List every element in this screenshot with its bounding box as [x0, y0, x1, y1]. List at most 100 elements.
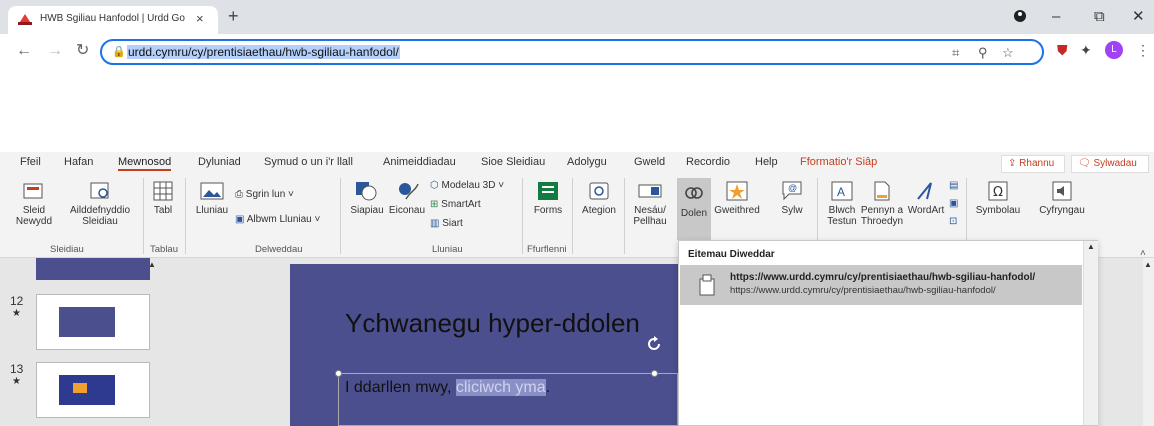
wordart-label: WordArt — [907, 205, 945, 216]
reuse-slides-label: Ailddefnyddio Sleidiau — [69, 205, 131, 227]
date-time-icon[interactable]: ▤ — [949, 180, 958, 191]
chart-label: Siart — [442, 218, 463, 229]
comments-label: Sylwadau — [1093, 158, 1137, 169]
new-slide-button[interactable]: Sleid Newydd — [14, 180, 54, 227]
avatar[interactable]: L — [1105, 41, 1123, 59]
tab-review[interactable]: Adolygu — [567, 156, 607, 168]
back-arrow-icon[interactable]: ← — [16, 42, 32, 60]
shapes-button[interactable]: Siapiau — [347, 180, 387, 216]
reuse-slides-button[interactable]: Ailddefnyddio Sleidiau — [64, 180, 136, 227]
models3d-button[interactable]: ⬡ Modelau 3D ˅ — [430, 180, 504, 191]
comment-icon: 🗨 — [1078, 158, 1094, 169]
bookmark-star-icon[interactable]: ☆ — [1002, 45, 1014, 61]
header-footer-label: Pennyn a Throedyn — [860, 205, 904, 227]
link-label: Dolen — [680, 208, 708, 219]
lock-icon: 🔒 — [112, 46, 126, 58]
forward-arrow-icon[interactable]: → — [47, 42, 63, 60]
new-comment-button[interactable]: @ Sylw — [775, 178, 809, 216]
scroll-up-icon[interactable]: ▲ — [1087, 242, 1095, 251]
thumbnail-content — [59, 307, 115, 337]
slide-body-text[interactable]: I ddarllen mwy, cliciwch yma. — [345, 379, 550, 397]
selected-link-text[interactable]: cliciwch yma — [455, 379, 546, 396]
dropdown-scrollbar[interactable]: ▲ — [1083, 241, 1098, 425]
address-bar[interactable]: 🔒 urdd.cymru/cy/prentisiaethau/hwb-sgili… — [100, 39, 1044, 65]
rotate-handle-icon[interactable] — [645, 335, 663, 353]
maximize-button[interactable]: ⧉ — [1094, 8, 1105, 26]
header-footer-button[interactable]: Pennyn a Throedyn — [860, 180, 904, 227]
smartart-button[interactable]: ⊞ SmartArt — [430, 199, 481, 210]
tab-help[interactable]: Help — [755, 156, 778, 168]
zoom-button[interactable]: Nesáu/ Pellhau — [628, 180, 672, 227]
icons-button[interactable]: Eiconau — [387, 180, 427, 216]
tab-transitions[interactable]: Symud o un i'r llall — [264, 156, 353, 168]
thumb-number: 12 — [10, 294, 24, 308]
new-tab-button[interactable]: + — [228, 6, 239, 26]
media-label: Cyfryngau — [1039, 205, 1085, 216]
action-label: Gweithred — [714, 205, 760, 216]
addins-button[interactable]: Ategion — [577, 180, 621, 216]
table-button[interactable]: Tabl — [148, 180, 178, 216]
action-star-icon — [726, 181, 748, 201]
object-icon[interactable]: ⊡ — [949, 216, 957, 227]
tab-design[interactable]: Dyluniad — [198, 156, 241, 168]
separator — [572, 178, 573, 254]
pictures-button[interactable]: Lluniau — [192, 180, 232, 216]
group-forms-label: Ffurflenni — [527, 244, 567, 255]
wordart-icon — [917, 182, 932, 200]
share-button[interactable]: ⇪ Rhannu — [1001, 155, 1065, 173]
close-window-button[interactable]: ✕ — [1132, 8, 1145, 26]
resize-handle[interactable] — [335, 370, 342, 377]
editor-scrollbar[interactable]: ▲ — [1143, 258, 1154, 426]
thumbnail-content — [73, 383, 87, 393]
tab-title: HWB Sgiliau Hanfodol | Urdd Go — [40, 13, 185, 24]
tab-file[interactable]: Ffeil — [20, 156, 41, 168]
link-button[interactable]: Dolen — [677, 178, 711, 240]
tab-view[interactable]: Gweld — [634, 156, 665, 168]
resize-handle[interactable] — [651, 370, 658, 377]
slide-number-icon[interactable]: ▣ — [949, 198, 958, 209]
screenshot-button[interactable]: ⎙ Sgrin lun ˅ — [235, 189, 294, 200]
slide-thumbnail[interactable] — [36, 362, 150, 418]
link-chain-icon — [685, 187, 703, 199]
browser-tab-strip: HWB Sgiliau Hanfodol | Urdd Go × + – ⧉ ✕ — [0, 0, 1154, 34]
tab-slideshow[interactable]: Sioe Sleidiau — [481, 156, 545, 168]
recent-link-item[interactable]: https://www.urdd.cymru/cy/prentisiaethau… — [680, 265, 1082, 305]
more-menu-icon[interactable]: ⋮ — [1136, 42, 1150, 58]
tab-record[interactable]: Recordio — [686, 156, 730, 168]
profile-circle-icon[interactable] — [1013, 9, 1027, 28]
scroll-up-icon[interactable]: ▲ — [148, 260, 156, 269]
reload-icon[interactable]: ↻ — [76, 42, 89, 60]
symbols-button[interactable]: Ω Symbolau — [972, 180, 1024, 216]
tab-close-icon[interactable]: × — [196, 11, 204, 26]
comments-button[interactable]: 🗨 Sylwadau — [1071, 155, 1149, 173]
shield-extension-icon[interactable]: ⛊ — [1057, 42, 1068, 58]
zoom-icon[interactable]: ⚲ — [978, 45, 988, 61]
tab-insert[interactable]: Mewnosod — [118, 156, 172, 171]
tab-animations[interactable]: Animeiddiadau — [383, 156, 456, 168]
qr-code-icon[interactable]: ⌗ — [952, 45, 959, 61]
action-button[interactable]: Gweithred — [712, 180, 762, 216]
media-button[interactable]: Cyfryngau — [1034, 180, 1090, 216]
share-label: Rhannu — [1019, 158, 1055, 169]
slide-thumbnail[interactable] — [36, 258, 150, 280]
chart-button[interactable]: ▥ Siart — [430, 218, 463, 229]
tab-home[interactable]: Hafan — [64, 156, 93, 168]
wordart-button[interactable]: WordArt — [906, 180, 946, 216]
recent-link-title: https://www.urdd.cymru/cy/prentisiaethau… — [730, 272, 1036, 283]
url-text[interactable]: urdd.cymru/cy/prentisiaethau/hwb-sgiliau… — [127, 45, 400, 59]
browser-tab[interactable]: HWB Sgiliau Hanfodol | Urdd Go × — [8, 6, 218, 34]
new-slide-label: Sleid Newydd — [15, 205, 53, 227]
shapes-icon — [356, 182, 377, 201]
minimize-button[interactable]: – — [1052, 8, 1060, 26]
thumbnail-content — [59, 375, 115, 405]
photo-album-button[interactable]: ▣ Albwm Lluniau ˅ — [235, 214, 320, 225]
slide-title[interactable]: Ychwanegu hyper-ddolen — [345, 308, 640, 339]
slide-thumbnail[interactable] — [36, 294, 150, 350]
scroll-up-icon[interactable]: ▲ — [1144, 260, 1152, 269]
separator — [340, 178, 341, 254]
forms-button[interactable]: Forms — [528, 180, 568, 216]
textbox-button[interactable]: A Blwch Testun — [822, 180, 862, 227]
tab-shape-format[interactable]: Fformatio'r Siâp — [800, 156, 877, 168]
extensions-puzzle-icon[interactable]: ✦ — [1080, 42, 1092, 58]
shapes-label: Siapiau — [350, 205, 384, 216]
